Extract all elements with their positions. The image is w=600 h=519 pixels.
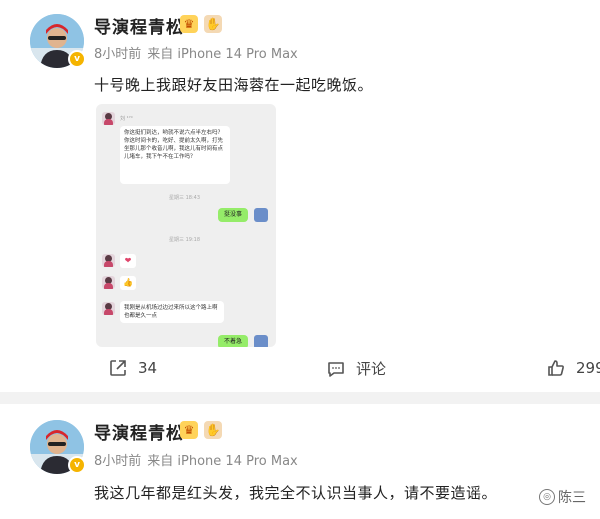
post-time: 8小时前	[94, 454, 142, 469]
user-avatar	[254, 335, 268, 347]
crown-badge-icon: ♛	[180, 15, 198, 33]
watermark: ◎ 陈三	[539, 487, 586, 507]
share-count: 34	[138, 359, 158, 377]
weibo-post-1: v 导演程青松 ♛ ✋ 8小时前 来自 iPhone 14 Pro Max 十号晚…	[0, 0, 600, 392]
post-meta: 8小时前 来自 iPhone 14 Pro Max	[94, 43, 304, 62]
chat-timestamp: 星期三 18:43	[169, 195, 200, 201]
like-button[interactable]: 299	[546, 358, 600, 378]
hand-badge-icon: ✋	[204, 15, 222, 33]
chat-message: 你这挺们到达，哟就不说六点半左右吗？你这时间卡的，吃好、提前太久啊，打先坐那儿那…	[120, 126, 230, 184]
post-source: 来自 iPhone 14 Pro Max	[147, 454, 298, 469]
author-name[interactable]: 导演程青松	[94, 13, 184, 38]
heart-emoji: ❤	[120, 254, 136, 268]
verified-icon: v	[68, 50, 86, 68]
post-text: 我这几年都是红头发，我完全不认识当事人，请不要造谣。	[94, 484, 498, 502]
like-icon	[548, 360, 564, 376]
user-avatar	[254, 208, 268, 222]
post-text: 十号晚上我跟好友田海蓉在一起吃晚饭。	[94, 76, 374, 94]
weibo-post-2: v 导演程青松 ♛ ✋ 8小时前 来自 iPhone 14 Pro Max 我这几…	[0, 404, 600, 519]
contact-avatar	[102, 302, 115, 315]
share-icon	[110, 360, 126, 376]
chat-screenshot-image[interactable]: 刘 ¹⁷⁰ 你这挺们到达，哟就不说六点半左右吗？你这时间卡的，吃好、提前太久啊，…	[96, 104, 276, 347]
post-source: 来自 iPhone 14 Pro Max	[147, 47, 298, 62]
hand-badge-icon: ✋	[204, 421, 222, 439]
share-button[interactable]: 34	[108, 358, 157, 378]
chat-message: 我刚是从机场过边过来所以这个路上啊也都是久一点	[120, 301, 224, 323]
post-time: 8小时前	[94, 47, 142, 62]
author-name[interactable]: 导演程青松	[94, 419, 184, 444]
contact-avatar	[102, 276, 115, 289]
like-count: 299	[576, 359, 600, 377]
watermark-text: 陈三	[558, 490, 586, 506]
contact-name: 刘 ¹⁷⁰	[120, 116, 133, 122]
comment-icon	[328, 361, 344, 377]
watermark-icon: ◎	[539, 489, 555, 505]
comment-label: 评论	[356, 360, 387, 378]
post-meta: 8小时前 来自 iPhone 14 Pro Max	[94, 450, 304, 469]
contact-avatar	[102, 254, 115, 267]
sticker-emoji: 👍	[120, 276, 136, 290]
verified-icon: v	[68, 456, 86, 474]
comment-button[interactable]: 评论	[326, 358, 386, 379]
chat-timestamp: 星期三 19:18	[169, 237, 200, 243]
chat-reply: 不着急	[218, 335, 248, 347]
chat-reply: 挺没事	[218, 208, 248, 222]
contact-avatar	[102, 112, 115, 125]
crown-badge-icon: ♛	[180, 421, 198, 439]
post-divider	[0, 392, 600, 404]
